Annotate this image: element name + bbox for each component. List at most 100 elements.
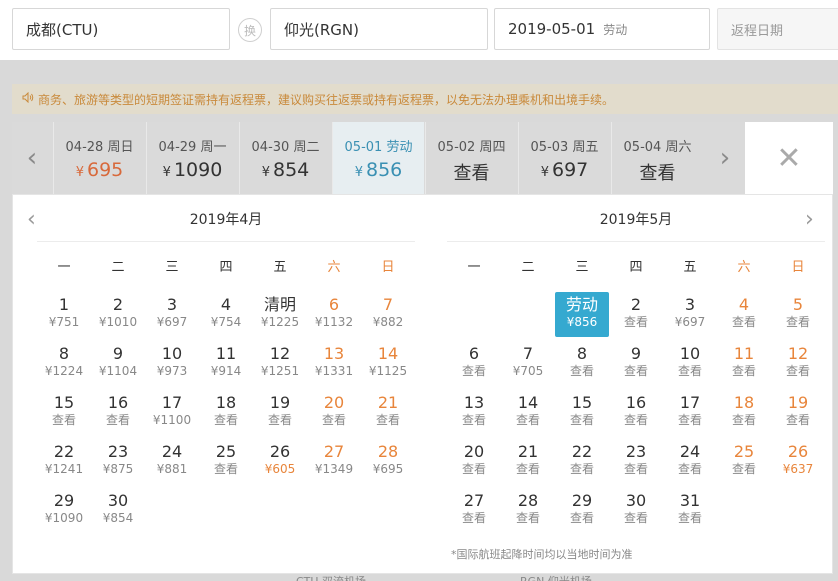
day-price: ¥854 (102, 511, 134, 525)
calendar-day[interactable]: 12 ¥1251 (253, 341, 307, 386)
calendar-day[interactable]: 10 ¥973 (145, 341, 199, 386)
day-price: ¥1241 (44, 462, 84, 476)
strip-date-cell[interactable]: 05-03 周五 ¥697 (518, 122, 610, 194)
calendar-day[interactable]: 15 查看 (555, 390, 609, 435)
calendar-day[interactable]: 9 查看 (609, 341, 663, 386)
calendar-day[interactable]: 24 查看 (663, 439, 717, 484)
calendar-day[interactable]: 27 ¥1349 (307, 439, 361, 484)
calendar-day[interactable]: 21 查看 (501, 439, 555, 484)
strip-date-cell[interactable]: 05-01 劳动 ¥856 (332, 122, 424, 194)
day-price: 查看 (267, 413, 292, 427)
calendar-day[interactable]: 15 查看 (37, 390, 91, 435)
day-price: 查看 (461, 511, 486, 525)
day-number: 30 (625, 491, 647, 510)
calendar-day[interactable]: 22 查看 (555, 439, 609, 484)
calendar-day[interactable]: 23 ¥875 (91, 439, 145, 484)
calendar-day[interactable]: 12 查看 (771, 341, 825, 386)
calendar-day[interactable]: 3 ¥697 (145, 292, 199, 337)
calendar-day[interactable]: 18 查看 (717, 390, 771, 435)
strip-date-cell[interactable]: 05-02 周四 查看 (425, 122, 517, 194)
calendar-day[interactable]: 29 ¥1090 (37, 488, 91, 533)
calendar-day[interactable]: 30 ¥854 (91, 488, 145, 533)
calendar-day[interactable]: 23 查看 (609, 439, 663, 484)
calendar-day[interactable]: 14 ¥1125 (361, 341, 415, 386)
calendar-day[interactable]: 13 ¥1331 (307, 341, 361, 386)
calendar-day[interactable]: 20 查看 (307, 390, 361, 435)
calendar-day[interactable]: 7 ¥705 (501, 341, 555, 386)
calendar-day[interactable]: 26 ¥637 (771, 439, 825, 484)
calendar-day[interactable]: 28 查看 (501, 488, 555, 533)
calendar-day[interactable]: 16 查看 (91, 390, 145, 435)
chevron-right-icon: › (719, 143, 731, 173)
calendar-day[interactable]: 6 ¥1132 (307, 292, 361, 337)
calendar-day[interactable]: 11 查看 (717, 341, 771, 386)
calendar-day[interactable]: 清明 ¥1225 (253, 292, 307, 337)
calendar-day[interactable]: 2 查看 (609, 292, 663, 337)
calendar-day[interactable]: 26 ¥605 (253, 439, 307, 484)
calendar-day[interactable]: 18 查看 (199, 390, 253, 435)
strip-date-cell[interactable]: 05-04 周六 查看 (611, 122, 703, 194)
calendar-day[interactable]: 10 查看 (663, 341, 717, 386)
calendar-day[interactable]: 25 查看 (717, 439, 771, 484)
calendar-day[interactable]: 17 ¥1100 (145, 390, 199, 435)
calendar-day[interactable]: 7 ¥882 (361, 292, 415, 337)
strip-price-value: 697 (552, 159, 589, 181)
day-price: 查看 (569, 364, 594, 378)
departure-date-value: 2019-05-01 (508, 20, 596, 38)
calendar-day[interactable]: 4 ¥754 (199, 292, 253, 337)
calendar-day[interactable]: 20 查看 (447, 439, 501, 484)
calendar-day[interactable]: 11 ¥914 (199, 341, 253, 386)
calendar-day[interactable]: 9 ¥1104 (91, 341, 145, 386)
strip-next-button[interactable]: › (705, 122, 745, 194)
day-number: 28 (377, 442, 399, 461)
calendar-day[interactable]: 劳动 ¥856 (555, 292, 609, 337)
calendar-day[interactable]: 28 ¥695 (361, 439, 415, 484)
calendar-day[interactable]: 8 ¥1224 (37, 341, 91, 386)
return-date-input[interactable]: 返程日期 (717, 8, 838, 50)
calendar-day[interactable]: 24 ¥881 (145, 439, 199, 484)
calendar-day[interactable]: 21 查看 (361, 390, 415, 435)
close-calendar-button[interactable]: ✕ (745, 122, 833, 194)
calendar-day[interactable]: 5 查看 (771, 292, 825, 337)
calendar-day[interactable]: 14 查看 (501, 390, 555, 435)
calendar-day[interactable]: 2 ¥1010 (91, 292, 145, 337)
calendar-day[interactable]: 6 查看 (447, 341, 501, 386)
calendar-day[interactable]: 1 ¥751 (37, 292, 91, 337)
calendar-day[interactable]: 31 查看 (663, 488, 717, 533)
day-number: 18 (215, 393, 237, 412)
visa-notice-text: 商务、旅游等类型的短期签证需持有返程票，建议购买往返票或持有返程票，以免无法办理… (38, 92, 615, 107)
calendar-day[interactable]: 27 查看 (447, 488, 501, 533)
calendar-day[interactable]: 17 查看 (663, 390, 717, 435)
arrival-city-input[interactable]: 仰光(RGN) (270, 8, 488, 50)
strip-prev-button[interactable]: ‹ (12, 122, 52, 194)
search-bar: 成都(CTU) 换 仰光(RGN) 2019-05-01 劳动 返程日期 (0, 0, 838, 60)
strip-date-cell[interactable]: 04-29 周一 ¥1090 (146, 122, 238, 194)
calendar-day[interactable]: 30 查看 (609, 488, 663, 533)
strip-price: ¥856 (333, 159, 424, 181)
strip-date-cell[interactable]: 04-28 周日 ¥695 (53, 122, 145, 194)
calendar-day[interactable]: 22 ¥1241 (37, 439, 91, 484)
weekday-header: 四 (629, 260, 643, 275)
day-price: 查看 (213, 462, 238, 476)
day-price: 查看 (731, 413, 756, 427)
day-price: ¥1125 (368, 364, 408, 378)
departure-date-input[interactable]: 2019-05-01 劳动 (494, 8, 710, 50)
calendar-day[interactable]: 19 查看 (771, 390, 825, 435)
departure-city-input[interactable]: 成都(CTU) (12, 8, 230, 50)
calendar-day[interactable]: 19 查看 (253, 390, 307, 435)
swap-cities-button[interactable]: 换 (238, 18, 262, 42)
strip-date-cell[interactable]: 04-30 周二 ¥854 (239, 122, 331, 194)
calendar-day[interactable]: 16 查看 (609, 390, 663, 435)
day-number: 2 (630, 295, 642, 314)
prev-month-button[interactable]: ‹ (27, 207, 36, 232)
calendar-day[interactable]: 8 查看 (555, 341, 609, 386)
calendar-day[interactable]: 4 查看 (717, 292, 771, 337)
day-price: ¥875 (102, 462, 134, 476)
calendar-day[interactable]: 13 查看 (447, 390, 501, 435)
day-price: 查看 (677, 462, 702, 476)
calendar-day[interactable]: 25 查看 (199, 439, 253, 484)
calendar-day[interactable]: 3 ¥697 (663, 292, 717, 337)
weekday-header: 六 (327, 260, 341, 275)
day-price: ¥751 (48, 315, 80, 329)
calendar-day[interactable]: 29 查看 (555, 488, 609, 533)
